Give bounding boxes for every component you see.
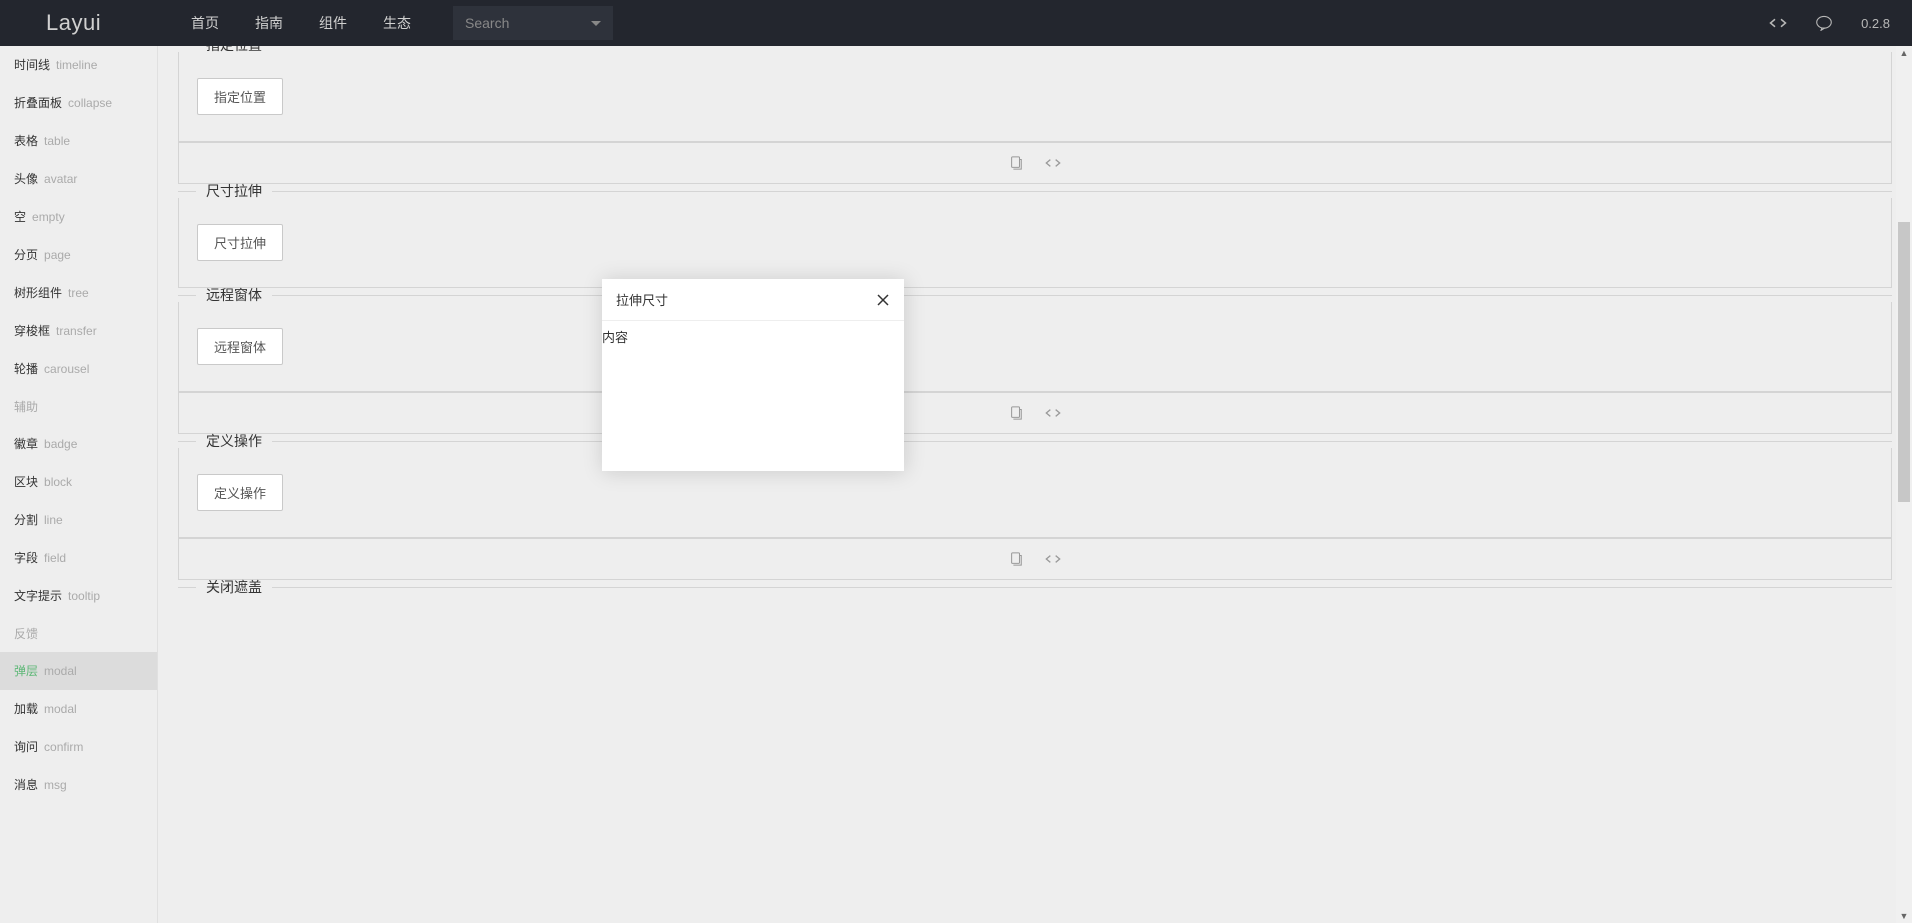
header-right: 0.2.8 bbox=[1769, 15, 1890, 31]
code-icon[interactable] bbox=[1045, 553, 1061, 565]
section-remote: 远程窗体 远程窗体 bbox=[178, 288, 1892, 434]
logo[interactable]: Layui bbox=[0, 10, 171, 36]
section-title: 尺寸拉伸 bbox=[196, 184, 272, 198]
chat-icon[interactable] bbox=[1815, 15, 1833, 31]
section-body: 尺寸拉伸 bbox=[178, 198, 1892, 288]
sidebar-item-field[interactable]: 字段field bbox=[0, 539, 157, 577]
section-title: 远程窗体 bbox=[196, 288, 272, 302]
app-header: Layui 首页 指南 组件 生态 0.2.8 bbox=[0, 0, 1912, 46]
section-actions bbox=[178, 538, 1892, 580]
modal-header[interactable]: 拉伸尺寸 bbox=[602, 279, 904, 321]
sidebar-item-transfer[interactable]: 穿梭框transfer bbox=[0, 312, 157, 350]
sidebar-item-tooltip[interactable]: 文字提示tooltip bbox=[0, 577, 157, 615]
nav-ecosystem[interactable]: 生态 bbox=[383, 13, 411, 33]
sidebar-group-aux: 辅助 bbox=[0, 388, 157, 425]
section-legend: 定义操作 bbox=[178, 434, 1892, 448]
section-resize: 尺寸拉伸 尺寸拉伸 bbox=[178, 184, 1892, 288]
section-legend: 关闭遮盖 bbox=[178, 580, 1892, 594]
sidebar-item-table[interactable]: 表格table bbox=[0, 122, 157, 160]
section-title: 关闭遮盖 bbox=[196, 580, 272, 594]
sidebar-item-line[interactable]: 分割line bbox=[0, 501, 157, 539]
scroll-up-icon[interactable]: ▲ bbox=[1898, 46, 1910, 60]
modal-title: 拉伸尺寸 bbox=[616, 290, 668, 309]
code-icon[interactable] bbox=[1045, 157, 1061, 169]
sidebar-item-carousel[interactable]: 轮播carousel bbox=[0, 350, 157, 388]
search-box[interactable] bbox=[453, 6, 613, 40]
section-close-mask: 关闭遮盖 bbox=[178, 580, 1892, 594]
section-position: 指定位置 指定位置 bbox=[178, 46, 1892, 184]
section-title: 指定位置 bbox=[196, 46, 272, 52]
sidebar-item-collapse[interactable]: 折叠面板collapse bbox=[0, 84, 157, 122]
nav-component[interactable]: 组件 bbox=[319, 13, 347, 33]
sidebar-item-confirm[interactable]: 询问confirm bbox=[0, 728, 157, 766]
demo-button-remote[interactable]: 远程窗体 bbox=[197, 328, 283, 365]
copy-icon[interactable] bbox=[1009, 552, 1023, 566]
sidebar-item-badge[interactable]: 徽章badge bbox=[0, 425, 157, 463]
search-input[interactable] bbox=[465, 15, 575, 31]
section-legend: 远程窗体 bbox=[178, 288, 1892, 302]
code-icon[interactable] bbox=[1045, 407, 1061, 419]
copy-icon[interactable] bbox=[1009, 406, 1023, 420]
sidebar-item-empty[interactable]: 空empty bbox=[0, 198, 157, 236]
sidebar-item-tree[interactable]: 树形组件tree bbox=[0, 274, 157, 312]
demo-button-resize[interactable]: 尺寸拉伸 bbox=[197, 224, 283, 261]
sidebar-item-msg[interactable]: 消息msg bbox=[0, 766, 157, 804]
section-body: 定义操作 bbox=[178, 448, 1892, 538]
scroll-down-icon[interactable]: ▼ bbox=[1898, 909, 1910, 923]
nav-guide[interactable]: 指南 bbox=[255, 13, 283, 33]
modal-body: 内容 bbox=[602, 321, 904, 346]
sidebar[interactable]: 时间线timeline 折叠面板collapse 表格table 头像avata… bbox=[0, 46, 158, 923]
main-content[interactable]: 指定位置 指定位置 尺寸 bbox=[158, 46, 1912, 923]
version-label: 0.2.8 bbox=[1861, 16, 1890, 31]
close-icon[interactable] bbox=[876, 293, 890, 307]
sidebar-item-avatar[interactable]: 头像avatar bbox=[0, 160, 157, 198]
section-body: 远程窗体 bbox=[178, 302, 1892, 392]
demo-button-action[interactable]: 定义操作 bbox=[197, 474, 283, 511]
demo-button-position[interactable]: 指定位置 bbox=[197, 78, 283, 115]
modal-dialog[interactable]: 拉伸尺寸 内容 bbox=[602, 279, 904, 471]
section-actions bbox=[178, 392, 1892, 434]
sidebar-item-block[interactable]: 区块block bbox=[0, 463, 157, 501]
section-legend: 尺寸拉伸 bbox=[178, 184, 1892, 198]
section-body: 指定位置 bbox=[178, 52, 1892, 142]
window-scrollbar[interactable]: ▲ ▼ bbox=[1896, 46, 1912, 923]
section-actions bbox=[178, 142, 1892, 184]
section-custom-action: 定义操作 定义操作 bbox=[178, 434, 1892, 580]
code-icon[interactable] bbox=[1769, 16, 1787, 30]
sidebar-item-modal[interactable]: 弹层modal bbox=[0, 652, 157, 690]
chevron-down-icon[interactable] bbox=[591, 21, 601, 26]
sidebar-item-page[interactable]: 分页page bbox=[0, 236, 157, 274]
nav-home[interactable]: 首页 bbox=[191, 13, 219, 33]
section-title: 定义操作 bbox=[196, 434, 272, 448]
copy-icon[interactable] bbox=[1009, 156, 1023, 170]
main-nav: 首页 指南 组件 生态 bbox=[191, 13, 411, 33]
sidebar-item-loading[interactable]: 加载modal bbox=[0, 690, 157, 728]
sidebar-group-feedback: 反馈 bbox=[0, 615, 157, 652]
sidebar-item-timeline[interactable]: 时间线timeline bbox=[0, 46, 157, 84]
scrollbar-thumb[interactable] bbox=[1898, 222, 1910, 502]
